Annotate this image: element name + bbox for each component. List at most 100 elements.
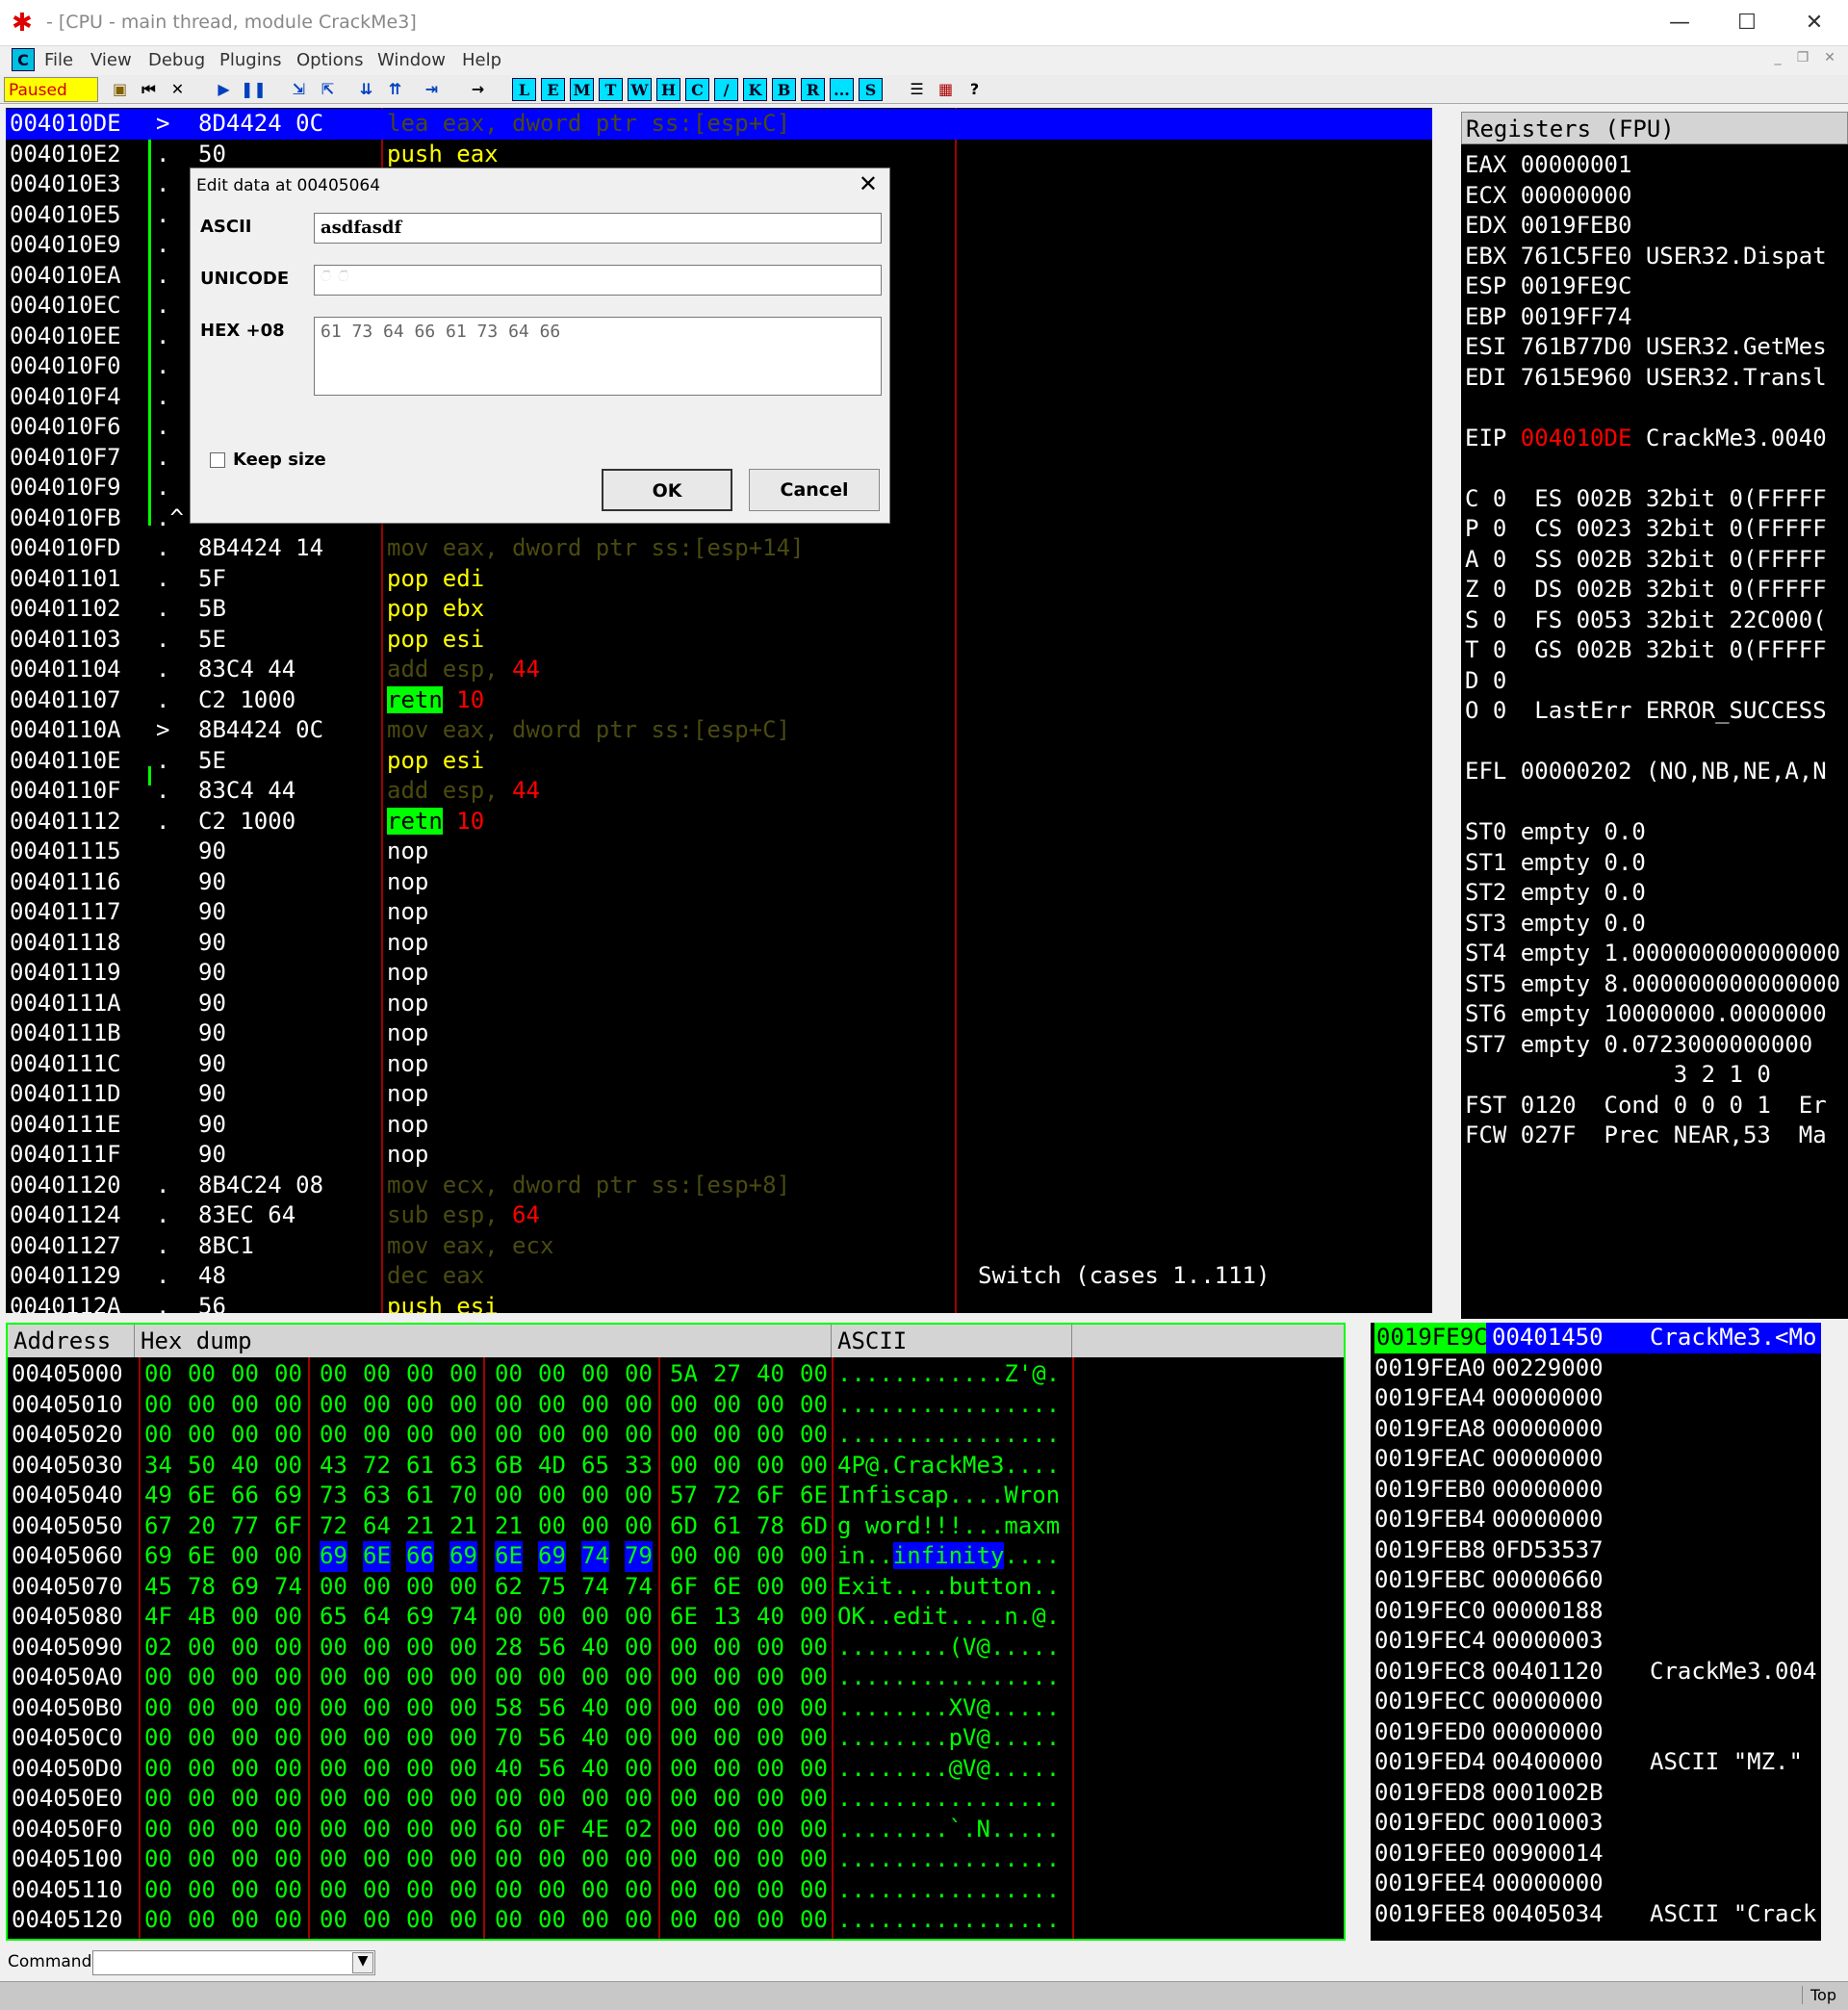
- dump-byte[interactable]: 00: [188, 1844, 216, 1875]
- dump-byte[interactable]: 6B: [495, 1451, 523, 1482]
- dump-byte[interactable]: 00: [713, 1723, 741, 1754]
- dump-byte[interactable]: 5A: [670, 1359, 698, 1390]
- dump-byte[interactable]: 40: [581, 1693, 609, 1724]
- dump-byte[interactable]: 70: [495, 1723, 523, 1754]
- stack-row[interactable]: 0019FEE8 00405034 ASCII "Crack: [1371, 1899, 1821, 1930]
- register-line[interactable]: EFL 00000202 (NO,NB,NE,A,N: [1465, 757, 1827, 787]
- dump-byte[interactable]: 6F: [274, 1511, 302, 1542]
- ok-button[interactable]: OK: [602, 469, 732, 511]
- stack-row[interactable]: 0019FEE0 00900014: [1371, 1839, 1821, 1869]
- dump-byte[interactable]: 00: [495, 1420, 523, 1451]
- disasm-row[interactable]: 00401119 90 nop: [6, 958, 1432, 989]
- dump-byte[interactable]: 00: [800, 1633, 828, 1663]
- cpu-window-icon[interactable]: C: [12, 48, 35, 71]
- dump-byte[interactable]: 00: [581, 1511, 609, 1542]
- disasm-row[interactable]: 00401116 90 nop: [6, 867, 1432, 898]
- dump-byte[interactable]: 00: [495, 1481, 523, 1511]
- dump-byte[interactable]: 61: [406, 1451, 434, 1482]
- dump-byte[interactable]: 00: [274, 1844, 302, 1875]
- close-window-button[interactable]: ✕: [1790, 6, 1838, 40]
- dump-byte[interactable]: 6F: [670, 1572, 698, 1603]
- log-window-button[interactable]: L: [512, 78, 536, 101]
- dump-byte[interactable]: 20: [188, 1511, 216, 1542]
- register-line[interactable]: FCW 027F Prec NEAR,53 Ma: [1465, 1121, 1827, 1151]
- dump-byte[interactable]: 00: [144, 1905, 172, 1936]
- dump-byte[interactable]: 00: [495, 1390, 523, 1421]
- dump-byte[interactable]: 34: [144, 1451, 172, 1482]
- register-line[interactable]: EDI 7615E960 USER32.Transl: [1465, 363, 1827, 394]
- dump-byte[interactable]: 00: [625, 1390, 653, 1421]
- dialog-close-icon[interactable]: ✕: [859, 170, 878, 197]
- disasm-row[interactable]: 00401102. 5B pop ebx: [6, 594, 1432, 625]
- dump-byte[interactable]: 00: [713, 1875, 741, 1906]
- register-line[interactable]: EBX 761C5FE0 USER32.Dispat: [1465, 242, 1827, 272]
- pause-icon[interactable]: ❚❚: [241, 78, 267, 101]
- dump-byte[interactable]: 00: [449, 1572, 477, 1603]
- dump-byte[interactable]: 00: [625, 1905, 653, 1936]
- windows-window-button[interactable]: W: [628, 78, 652, 101]
- dump-byte[interactable]: 00: [449, 1390, 477, 1421]
- dump-byte[interactable]: 00: [144, 1723, 172, 1754]
- dump-byte[interactable]: 6F: [757, 1481, 784, 1511]
- dump-byte[interactable]: 00: [188, 1815, 216, 1845]
- dump-byte[interactable]: 00: [757, 1754, 784, 1785]
- register-line[interactable]: P 0 CS 0023 32bit 0(FFFFF: [1465, 514, 1827, 545]
- dump-byte[interactable]: 69: [320, 1541, 347, 1572]
- stack-row[interactable]: 0019FEDC 00010003: [1371, 1808, 1821, 1839]
- dump-byte[interactable]: 00: [670, 1723, 698, 1754]
- dump-row[interactable]: 00405040 49 6E 66 69 73 63 61 70 00 00 00 00 57 72 6F 6E…: [8, 1481, 1344, 1511]
- dump-row[interactable]: 00405070 45 78 69 74 00 00 00 00 62 75 74 74 6F 6E 00 00…: [8, 1572, 1344, 1603]
- dump-byte[interactable]: 6E: [495, 1541, 523, 1572]
- dump-row[interactable]: 004050C0 00 00 00 00 00 00 00 00 70 56 40 00 00 00 00 00…: [8, 1723, 1344, 1754]
- dump-byte[interactable]: 00: [274, 1390, 302, 1421]
- register-line[interactable]: C 0 ES 002B 32bit 0(FFFFF: [1465, 484, 1827, 515]
- register-line[interactable]: ST5 empty 8.000000000000000: [1465, 969, 1840, 1000]
- disasm-row[interactable]: 00401107. C2 1000 retn 10: [6, 685, 1432, 716]
- dump-byte[interactable]: 66: [406, 1541, 434, 1572]
- dump-byte[interactable]: 00: [320, 1359, 347, 1390]
- dump-byte[interactable]: 00: [231, 1754, 259, 1785]
- dump-byte[interactable]: 00: [625, 1511, 653, 1542]
- dump-byte[interactable]: 74: [581, 1541, 609, 1572]
- dump-byte[interactable]: 74: [581, 1572, 609, 1603]
- dump-byte[interactable]: 00: [670, 1844, 698, 1875]
- dump-byte[interactable]: 00: [670, 1451, 698, 1482]
- register-line[interactable]: O 0 LastErr ERROR_SUCCESS: [1465, 696, 1827, 727]
- dump-byte[interactable]: 00: [449, 1359, 477, 1390]
- dump-byte[interactable]: 00: [274, 1451, 302, 1482]
- list-icon[interactable]: ☰: [905, 78, 929, 101]
- dump-byte[interactable]: 21: [449, 1511, 477, 1542]
- disasm-row[interactable]: 00401118 90 nop: [6, 928, 1432, 959]
- dump-byte[interactable]: 00: [188, 1723, 216, 1754]
- dump-byte[interactable]: 50: [188, 1451, 216, 1482]
- dump-byte[interactable]: 00: [274, 1815, 302, 1845]
- dump-byte[interactable]: 49: [144, 1481, 172, 1511]
- dump-byte[interactable]: 40: [231, 1451, 259, 1482]
- dump-row[interactable]: 00405060 69 6E 00 00 69 6E 66 69 6E 69 74 79 00 00 00 00…: [8, 1541, 1344, 1572]
- patches-window-button[interactable]: /: [714, 78, 738, 101]
- dump-byte[interactable]: 66: [231, 1481, 259, 1511]
- dump-byte[interactable]: 00: [757, 1572, 784, 1603]
- dump-byte[interactable]: 00: [495, 1875, 523, 1906]
- dump-byte[interactable]: 00: [581, 1844, 609, 1875]
- dump-row[interactable]: 00405030 34 50 40 00 43 72 61 63 6B 4D 65 33 00 00 00 00…: [8, 1451, 1344, 1482]
- trace-into-icon[interactable]: ⇊: [354, 78, 378, 101]
- disasm-row[interactable]: 004010DE >8D4424 0C lea eax, dword ptr ss:…: [6, 109, 1432, 140]
- dump-byte[interactable]: 00: [274, 1784, 302, 1815]
- stack-row[interactable]: 0019FEB4 00000000: [1371, 1505, 1821, 1535]
- dump-byte[interactable]: 00: [363, 1390, 391, 1421]
- dump-byte[interactable]: 00: [670, 1815, 698, 1845]
- dump-byte[interactable]: 00: [320, 1662, 347, 1693]
- dump-byte[interactable]: 00: [800, 1784, 828, 1815]
- dump-byte[interactable]: 69: [274, 1481, 302, 1511]
- dump-byte[interactable]: 00: [363, 1815, 391, 1845]
- dump-row[interactable]: 00405020 00 00 00 00 00 00 00 00 00 00 00 00 00 00 00 00…: [8, 1420, 1344, 1451]
- minimize-button[interactable]: —: [1656, 6, 1704, 40]
- dump-byte[interactable]: 0F: [538, 1815, 566, 1845]
- dump-byte[interactable]: 00: [800, 1815, 828, 1845]
- menu-help[interactable]: Help: [462, 50, 501, 70]
- register-line[interactable]: ECX 00000000: [1465, 181, 1631, 212]
- dump-byte[interactable]: 00: [406, 1693, 434, 1724]
- dump-byte[interactable]: 00: [449, 1754, 477, 1785]
- dump-byte[interactable]: 21: [495, 1511, 523, 1542]
